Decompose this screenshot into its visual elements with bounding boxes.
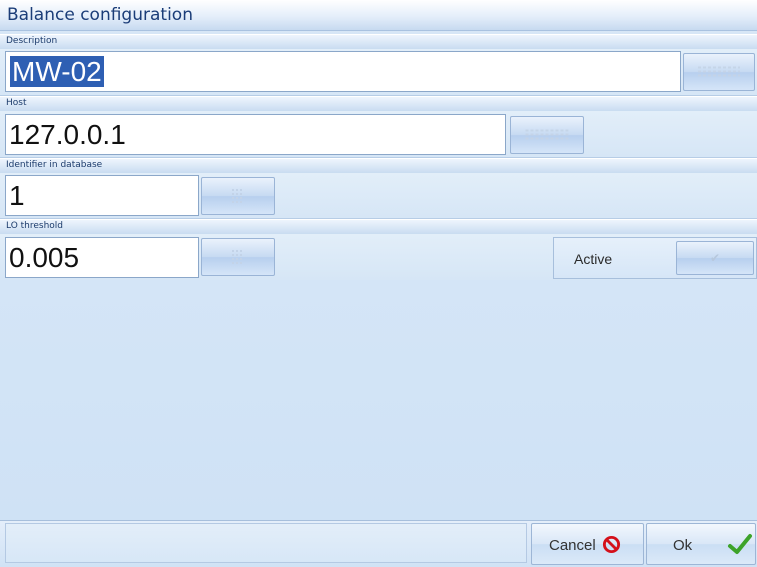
- footer-status-area: [5, 523, 527, 563]
- window-title: Balance configuration: [7, 5, 193, 25]
- numpad-icon: [232, 189, 244, 203]
- identifier-label: Identifier in database: [6, 160, 103, 170]
- identifier-numpad-button[interactable]: [201, 177, 275, 215]
- description-value: MW-02: [10, 56, 104, 87]
- numpad-icon: [232, 250, 244, 264]
- keyboard-icon: [698, 66, 740, 78]
- host-section-header: Host: [0, 96, 757, 112]
- description-label: Description: [6, 36, 58, 46]
- cancel-icon: [602, 535, 621, 554]
- lo-threshold-label: LO threshold: [6, 221, 64, 231]
- check-icon: ✔: [709, 251, 721, 265]
- footer-bar: Cancel Ok: [0, 520, 757, 567]
- lo-threshold-value: 0.005: [9, 242, 80, 273]
- title-bar: Balance configuration: [0, 0, 757, 31]
- ok-button[interactable]: Ok: [646, 523, 756, 565]
- identifier-section-header: Identifier in database: [0, 158, 757, 174]
- lo-threshold-section-header: LO threshold: [0, 219, 757, 235]
- cancel-label: Cancel: [549, 537, 596, 554]
- balance-configuration-window: Balance configuration Description MW-02 …: [0, 0, 757, 567]
- active-label: Active: [574, 251, 613, 267]
- identifier-value: 1: [9, 180, 25, 211]
- identifier-field[interactable]: 1: [5, 175, 199, 216]
- cancel-button[interactable]: Cancel: [531, 523, 644, 565]
- ok-label: Ok: [673, 537, 693, 554]
- lo-threshold-field[interactable]: 0.005: [5, 237, 199, 278]
- description-keyboard-button[interactable]: [683, 53, 755, 91]
- checkmark-icon: [728, 534, 752, 554]
- keyboard-icon: [525, 129, 569, 141]
- description-field[interactable]: MW-02: [5, 51, 681, 92]
- active-checkbox-button[interactable]: ✔: [676, 241, 754, 275]
- host-label: Host: [6, 98, 27, 108]
- host-value: 127.0.0.1: [9, 119, 126, 150]
- active-toggle-group: Active ✔: [553, 237, 757, 279]
- empty-content-area: [0, 280, 757, 520]
- description-section-header: Description: [0, 34, 757, 50]
- host-field[interactable]: 127.0.0.1: [5, 114, 506, 155]
- lo-threshold-numpad-button[interactable]: [201, 238, 275, 276]
- host-keyboard-button[interactable]: [510, 116, 584, 154]
